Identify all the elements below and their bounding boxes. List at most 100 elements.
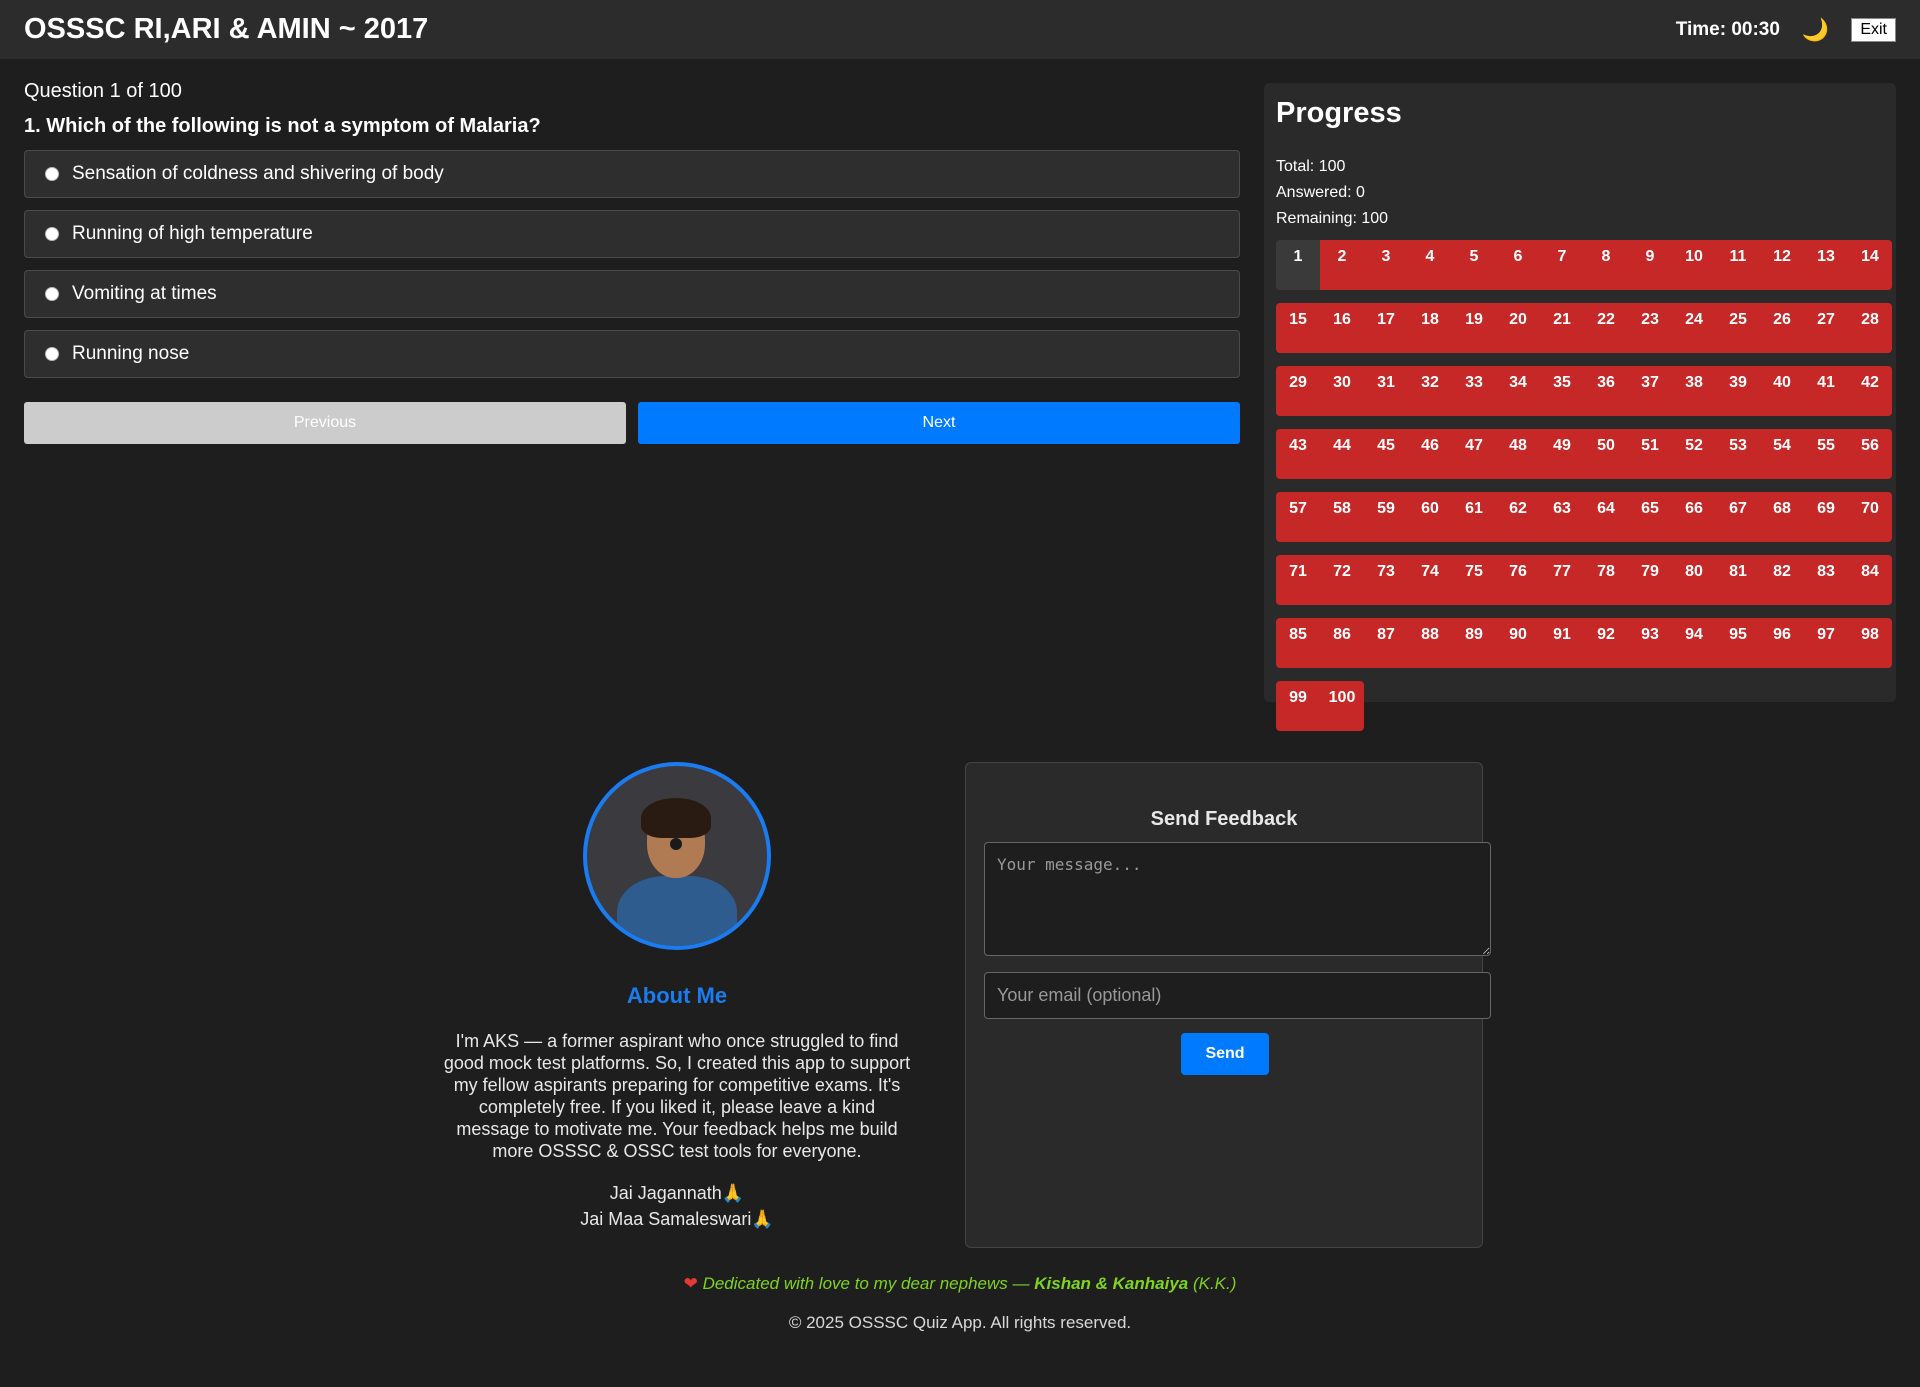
question-number-44[interactable]: 44 xyxy=(1320,429,1364,479)
option-4[interactable]: Running nose xyxy=(24,330,1240,378)
question-number-97[interactable]: 97 xyxy=(1804,618,1848,668)
question-number-2[interactable]: 2 xyxy=(1320,240,1364,290)
question-number-35[interactable]: 35 xyxy=(1540,366,1584,416)
question-number-62[interactable]: 62 xyxy=(1496,492,1540,542)
question-number-50[interactable]: 50 xyxy=(1584,429,1628,479)
question-number-14[interactable]: 14 xyxy=(1848,240,1892,290)
question-number-86[interactable]: 86 xyxy=(1320,618,1364,668)
next-button[interactable]: Next xyxy=(638,402,1240,444)
question-number-9[interactable]: 9 xyxy=(1628,240,1672,290)
question-number-37[interactable]: 37 xyxy=(1628,366,1672,416)
question-number-20[interactable]: 20 xyxy=(1496,303,1540,353)
exit-button[interactable]: Exit xyxy=(1851,17,1896,42)
question-number-18[interactable]: 18 xyxy=(1408,303,1452,353)
question-number-28[interactable]: 28 xyxy=(1848,303,1892,353)
question-number-1[interactable]: 1 xyxy=(1276,240,1320,290)
question-number-41[interactable]: 41 xyxy=(1804,366,1848,416)
question-number-55[interactable]: 55 xyxy=(1804,429,1848,479)
question-number-60[interactable]: 60 xyxy=(1408,492,1452,542)
question-number-32[interactable]: 32 xyxy=(1408,366,1452,416)
question-number-49[interactable]: 49 xyxy=(1540,429,1584,479)
question-number-22[interactable]: 22 xyxy=(1584,303,1628,353)
question-number-42[interactable]: 42 xyxy=(1848,366,1892,416)
question-number-61[interactable]: 61 xyxy=(1452,492,1496,542)
question-number-74[interactable]: 74 xyxy=(1408,555,1452,605)
crescent-moon-icon[interactable]: 🌙 xyxy=(1802,17,1829,43)
question-number-56[interactable]: 56 xyxy=(1848,429,1892,479)
question-number-79[interactable]: 79 xyxy=(1628,555,1672,605)
question-number-29[interactable]: 29 xyxy=(1276,366,1320,416)
question-number-11[interactable]: 11 xyxy=(1716,240,1760,290)
question-number-43[interactable]: 43 xyxy=(1276,429,1320,479)
question-number-52[interactable]: 52 xyxy=(1672,429,1716,479)
question-number-7[interactable]: 7 xyxy=(1540,240,1584,290)
radio-button[interactable] xyxy=(45,227,59,241)
question-number-93[interactable]: 93 xyxy=(1628,618,1672,668)
question-number-71[interactable]: 71 xyxy=(1276,555,1320,605)
question-number-36[interactable]: 36 xyxy=(1584,366,1628,416)
question-number-53[interactable]: 53 xyxy=(1716,429,1760,479)
question-number-39[interactable]: 39 xyxy=(1716,366,1760,416)
question-number-13[interactable]: 13 xyxy=(1804,240,1848,290)
question-number-27[interactable]: 27 xyxy=(1804,303,1848,353)
question-number-84[interactable]: 84 xyxy=(1848,555,1892,605)
question-number-75[interactable]: 75 xyxy=(1452,555,1496,605)
question-number-26[interactable]: 26 xyxy=(1760,303,1804,353)
question-number-31[interactable]: 31 xyxy=(1364,366,1408,416)
question-number-45[interactable]: 45 xyxy=(1364,429,1408,479)
previous-button[interactable]: Previous xyxy=(24,402,626,444)
question-number-12[interactable]: 12 xyxy=(1760,240,1804,290)
question-number-90[interactable]: 90 xyxy=(1496,618,1540,668)
question-number-38[interactable]: 38 xyxy=(1672,366,1716,416)
question-number-92[interactable]: 92 xyxy=(1584,618,1628,668)
question-number-78[interactable]: 78 xyxy=(1584,555,1628,605)
option-2[interactable]: Running of high temperature xyxy=(24,210,1240,258)
question-number-81[interactable]: 81 xyxy=(1716,555,1760,605)
question-number-80[interactable]: 80 xyxy=(1672,555,1716,605)
question-number-17[interactable]: 17 xyxy=(1364,303,1408,353)
send-button[interactable]: Send xyxy=(1181,1033,1269,1075)
question-number-82[interactable]: 82 xyxy=(1760,555,1804,605)
question-number-40[interactable]: 40 xyxy=(1760,366,1804,416)
question-number-23[interactable]: 23 xyxy=(1628,303,1672,353)
question-number-66[interactable]: 66 xyxy=(1672,492,1716,542)
question-number-94[interactable]: 94 xyxy=(1672,618,1716,668)
question-number-5[interactable]: 5 xyxy=(1452,240,1496,290)
question-number-67[interactable]: 67 xyxy=(1716,492,1760,542)
question-number-72[interactable]: 72 xyxy=(1320,555,1364,605)
question-number-70[interactable]: 70 xyxy=(1848,492,1892,542)
question-number-64[interactable]: 64 xyxy=(1584,492,1628,542)
question-number-91[interactable]: 91 xyxy=(1540,618,1584,668)
question-number-65[interactable]: 65 xyxy=(1628,492,1672,542)
question-number-58[interactable]: 58 xyxy=(1320,492,1364,542)
question-number-89[interactable]: 89 xyxy=(1452,618,1496,668)
question-number-77[interactable]: 77 xyxy=(1540,555,1584,605)
question-number-54[interactable]: 54 xyxy=(1760,429,1804,479)
option-1[interactable]: Sensation of coldness and shivering of b… xyxy=(24,150,1240,198)
question-number-46[interactable]: 46 xyxy=(1408,429,1452,479)
question-number-15[interactable]: 15 xyxy=(1276,303,1320,353)
question-number-100[interactable]: 100 xyxy=(1320,681,1364,731)
question-number-95[interactable]: 95 xyxy=(1716,618,1760,668)
question-number-24[interactable]: 24 xyxy=(1672,303,1716,353)
question-number-57[interactable]: 57 xyxy=(1276,492,1320,542)
question-number-4[interactable]: 4 xyxy=(1408,240,1452,290)
question-number-21[interactable]: 21 xyxy=(1540,303,1584,353)
question-number-8[interactable]: 8 xyxy=(1584,240,1628,290)
question-number-34[interactable]: 34 xyxy=(1496,366,1540,416)
question-number-96[interactable]: 96 xyxy=(1760,618,1804,668)
option-3[interactable]: Vomiting at times xyxy=(24,270,1240,318)
question-number-59[interactable]: 59 xyxy=(1364,492,1408,542)
question-number-63[interactable]: 63 xyxy=(1540,492,1584,542)
feedback-email-input[interactable] xyxy=(984,972,1491,1019)
question-number-51[interactable]: 51 xyxy=(1628,429,1672,479)
question-number-87[interactable]: 87 xyxy=(1364,618,1408,668)
question-number-33[interactable]: 33 xyxy=(1452,366,1496,416)
question-number-68[interactable]: 68 xyxy=(1760,492,1804,542)
question-number-6[interactable]: 6 xyxy=(1496,240,1540,290)
question-number-3[interactable]: 3 xyxy=(1364,240,1408,290)
question-number-83[interactable]: 83 xyxy=(1804,555,1848,605)
feedback-message-input[interactable] xyxy=(984,842,1491,956)
radio-button[interactable] xyxy=(45,347,59,361)
question-number-85[interactable]: 85 xyxy=(1276,618,1320,668)
